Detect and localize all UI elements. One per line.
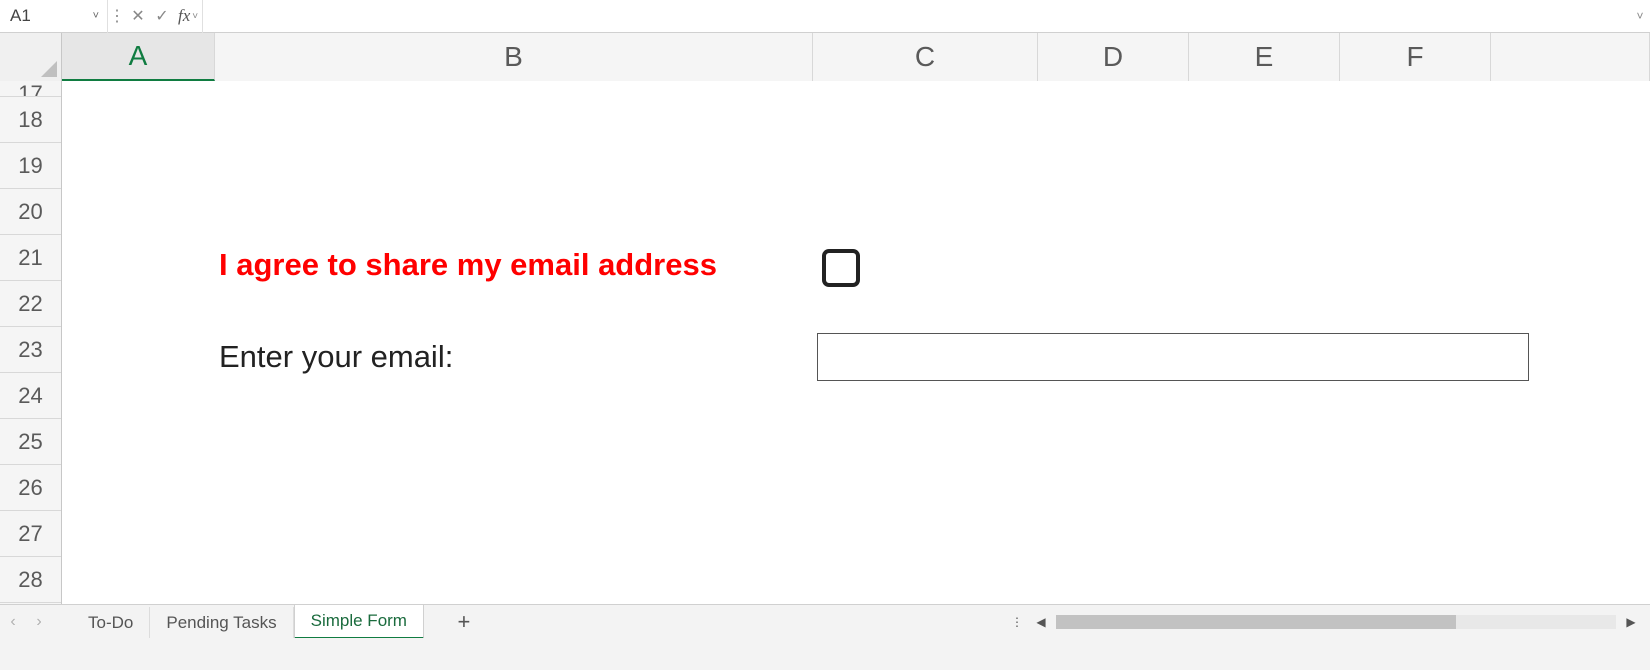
close-icon: ✕ <box>131 6 144 26</box>
column-header-B[interactable]: B <box>215 33 813 81</box>
row-header-28[interactable]: 28 <box>0 557 61 603</box>
cancel-formula-button[interactable]: ✕ <box>126 0 150 33</box>
select-all-button[interactable] <box>0 33 62 81</box>
agree-checkbox[interactable] <box>822 249 860 287</box>
chevron-down-icon: ˅ <box>93 10 99 22</box>
sheet-tab-simple-form[interactable]: Simple Form <box>294 604 424 640</box>
email-field[interactable] <box>817 333 1529 381</box>
horizontal-scrollbar-track[interactable] <box>1056 615 1616 629</box>
column-header-F[interactable]: F <box>1340 33 1491 81</box>
name-box-value: A1 <box>10 6 31 26</box>
formula-input[interactable] <box>202 0 1630 33</box>
scroll-right-button[interactable]: ▶ <box>1622 613 1640 631</box>
sheet-tab-pending-tasks[interactable]: Pending Tasks <box>150 607 293 639</box>
row-header-21[interactable]: 21 <box>0 235 61 281</box>
column-header-E[interactable]: E <box>1189 33 1340 81</box>
sheet-nav-prev-button[interactable]: ‹ <box>0 605 26 639</box>
accept-formula-button[interactable]: ✓ <box>150 0 174 33</box>
row-header-24[interactable]: 24 <box>0 373 61 419</box>
insert-function-button[interactable]: fx ˅ <box>174 6 202 26</box>
row-header-25[interactable]: 25 <box>0 419 61 465</box>
chevron-down-icon: ˅ <box>192 11 198 22</box>
spreadsheet-grid: A B C D E F 17 18 19 20 21 22 23 24 25 2… <box>0 33 1650 604</box>
triangle-right-icon: ▶ <box>1626 615 1635 629</box>
status-bar <box>0 638 1650 670</box>
plus-icon: + <box>458 609 471 635</box>
sheet-tab-to-do[interactable]: To-Do <box>72 607 150 639</box>
row-header-19[interactable]: 19 <box>0 143 61 189</box>
row-header-26[interactable]: 26 <box>0 465 61 511</box>
chevron-left-icon: ‹ <box>10 613 15 631</box>
row-header-27[interactable]: 27 <box>0 511 61 557</box>
row-header-17[interactable]: 17 <box>0 81 61 97</box>
row-header-18[interactable]: 18 <box>0 97 61 143</box>
sheet-tabs: To-Do Pending Tasks Simple Form <box>72 605 424 639</box>
horizontal-scroll-region: ⋮ ◀ ▶ <box>1008 613 1650 631</box>
triangle-left-icon: ◀ <box>1036 615 1045 629</box>
add-sheet-button[interactable]: + <box>444 605 484 639</box>
cells-canvas[interactable]: I agree to share my email address Enter … <box>62 81 1650 604</box>
scroll-left-button[interactable]: ◀ <box>1032 613 1050 631</box>
chevron-right-icon: › <box>36 613 41 631</box>
column-header-A[interactable]: A <box>62 33 215 81</box>
vertical-dots-icon[interactable]: ⋮ <box>108 6 126 26</box>
row-header-22[interactable]: 22 <box>0 281 61 327</box>
row-headers: 17 18 19 20 21 22 23 24 25 26 27 28 <box>0 81 62 604</box>
column-headers: A B C D E F <box>0 33 1650 81</box>
row-header-20[interactable]: 20 <box>0 189 61 235</box>
enter-email-label: Enter your email: <box>219 339 453 375</box>
column-header-overflow <box>1491 33 1650 81</box>
formula-bar: A1 ˅ ⋮ ✕ ✓ fx ˅ ˅ <box>0 0 1650 33</box>
check-icon: ✓ <box>155 6 168 26</box>
sheet-nav-next-button[interactable]: › <box>26 605 52 639</box>
agree-share-email-label: I agree to share my email address <box>219 247 717 283</box>
horizontal-scrollbar-thumb[interactable] <box>1056 615 1456 629</box>
column-header-C[interactable]: C <box>813 33 1038 81</box>
expand-formula-bar-button[interactable]: ˅ <box>1630 9 1650 23</box>
sheet-tab-bar: ‹ › To-Do Pending Tasks Simple Form + ⋮ … <box>0 604 1650 638</box>
name-box[interactable]: A1 ˅ <box>0 0 108 33</box>
fx-label: fx <box>178 6 190 26</box>
chevron-down-icon: ˅ <box>1636 9 1643 23</box>
row-header-23[interactable]: 23 <box>0 327 61 373</box>
column-header-D[interactable]: D <box>1038 33 1189 81</box>
vertical-dots-icon[interactable]: ⋮ <box>1008 613 1026 631</box>
